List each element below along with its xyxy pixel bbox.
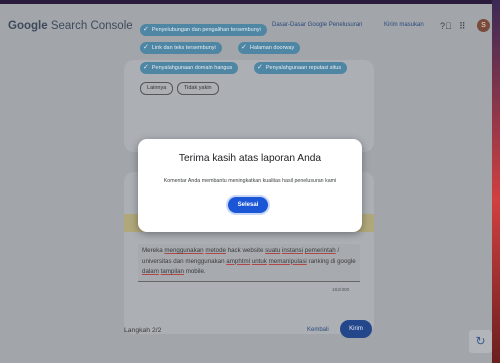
- misspelled-word: menggunakan: [164, 247, 204, 254]
- search-console-logo[interactable]: Google Search Console: [8, 20, 133, 32]
- description-text: hack website: [225, 247, 266, 254]
- check-icon: ✓: [241, 44, 247, 51]
- character-counter: 162/300: [332, 288, 350, 293]
- avatar[interactable]: S: [477, 19, 490, 32]
- misspelled-word: metode: [205, 247, 226, 254]
- logo-product-text: Search Console: [50, 20, 133, 32]
- chip-label: Lainnya: [147, 85, 167, 91]
- back-button[interactable]: Kembali: [307, 327, 329, 333]
- misspelled-word: suatu: [265, 247, 281, 254]
- logo-google-text: Google: [8, 20, 48, 32]
- misspelled-word: dalam: [142, 268, 159, 275]
- description-text: Mereka: [142, 247, 165, 254]
- dialog-message: Komentar Anda membantu meningkatkan kual…: [163, 178, 337, 184]
- chip-hidden-links[interactable]: ✓ Link dan teks tersembunyi: [140, 42, 222, 54]
- check-icon: ✓: [143, 44, 149, 51]
- thank-you-dialog: Terima kasih atas laporan Anda Komentar …: [138, 139, 362, 232]
- check-icon: ✓: [143, 64, 149, 71]
- misspelled-word: untuk: [251, 257, 267, 265]
- help-icon[interactable]: ?⃝: [440, 21, 452, 31]
- description-text: ranking di google: [306, 257, 356, 265]
- chip-other[interactable]: Lainnya: [140, 82, 174, 95]
- nav-feedback-link[interactable]: Kirim masukan: [384, 22, 424, 28]
- step-indicator: Langkah 2/2: [124, 327, 162, 334]
- check-icon: ✓: [257, 64, 263, 71]
- chip-label: Link dan teks tersembunyi: [151, 45, 216, 51]
- apps-grid-icon[interactable]: ⠿: [459, 21, 466, 32]
- dialog-title: Terima kasih atas laporan Anda: [178, 153, 322, 164]
- chip-doorway[interactable]: ✓ Halaman doorway: [238, 42, 301, 54]
- chip-label: Tidak yakin: [184, 85, 212, 91]
- misspelled-word: tampilan: [160, 268, 184, 275]
- submit-button[interactable]: Kirim: [340, 320, 372, 338]
- misspelled-word: memanipulasi: [268, 257, 307, 265]
- misspelled-word: amphtml: [226, 257, 251, 265]
- chip-expired-domain[interactable]: ✓ Penyalahgunaan domain hangus: [140, 62, 239, 74]
- chip-label: Penyalahgunaan reputasi situs: [265, 65, 342, 71]
- window-edge: [492, 0, 500, 363]
- chip-label: Penyalahgunaan domain hangus: [151, 65, 233, 71]
- description-text: mobile.: [183, 268, 206, 275]
- chip-cloaking[interactable]: ✓ Penyelubungan dan pengalihan tersembuny…: [140, 24, 267, 36]
- check-icon: ✓: [143, 26, 149, 33]
- recaptcha-icon[interactable]: ↻: [469, 330, 492, 353]
- description-textarea[interactable]: Mereka menggunakan metode hack website s…: [138, 244, 360, 282]
- misspelled-word: instansi: [282, 247, 304, 254]
- chip-label: Halaman doorway: [249, 45, 295, 51]
- chip-label: Penyelubungan dan pengalihan tersembunyi: [151, 27, 261, 33]
- done-button[interactable]: Selesai: [228, 197, 268, 213]
- misspelled-word: pemerintah: [304, 247, 336, 254]
- nav-basics-link[interactable]: Dasar-Dasar Google Penelusuran: [272, 22, 362, 28]
- chip-not-sure[interactable]: Tidak yakin: [177, 82, 219, 95]
- chip-site-reputation[interactable]: ✓ Penyalahgunaan reputasi situs: [254, 62, 348, 74]
